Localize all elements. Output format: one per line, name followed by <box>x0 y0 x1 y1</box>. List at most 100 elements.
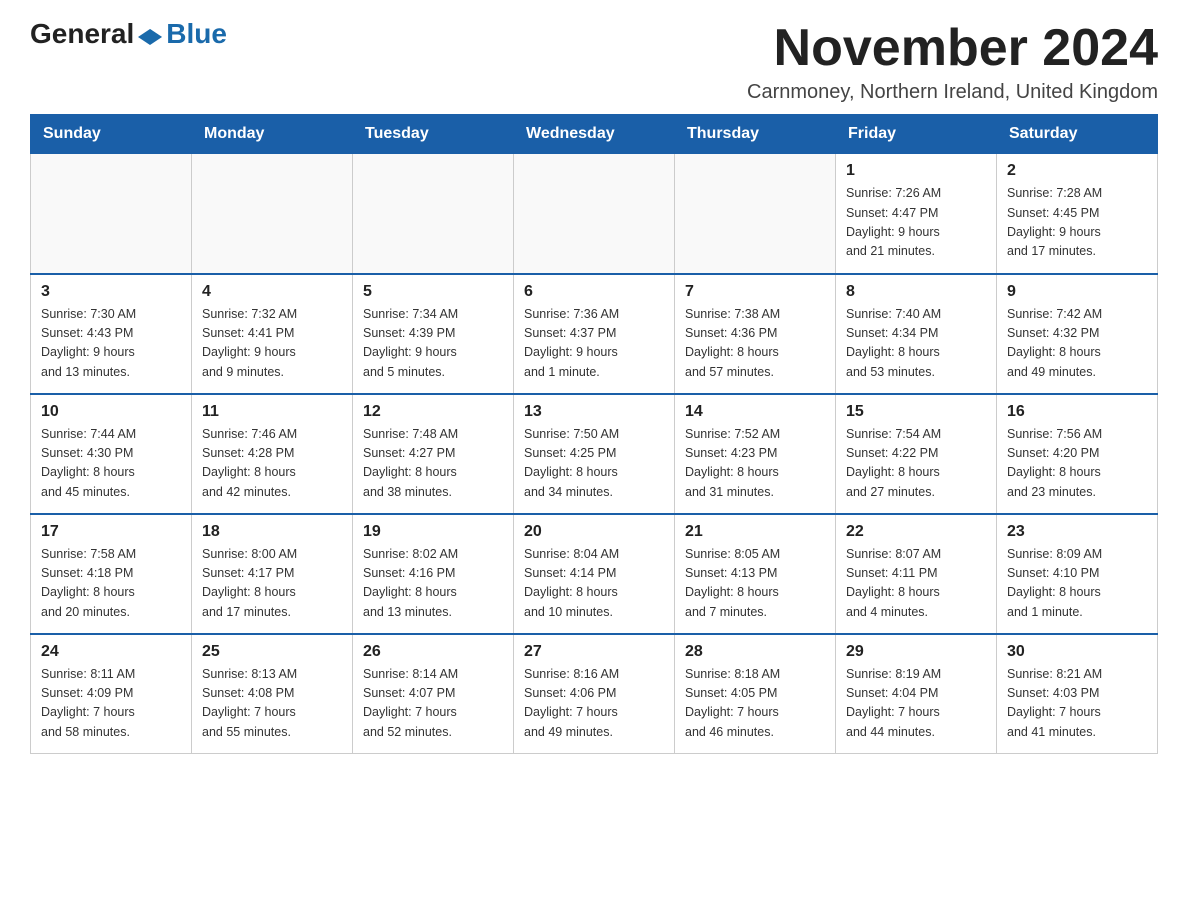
day-number: 13 <box>524 403 664 421</box>
day-info: Sunrise: 8:02 AMSunset: 4:16 PMDaylight:… <box>363 545 503 623</box>
day-number: 19 <box>363 523 503 541</box>
calendar-cell: 8 Sunrise: 7:40 AMSunset: 4:34 PMDaylight… <box>836 274 997 394</box>
logo-blue-text: Blue <box>166 20 227 48</box>
day-number: 8 <box>846 283 986 301</box>
calendar-cell <box>31 154 192 274</box>
calendar-cell: 20Sunrise: 8:04 AMSunset: 4:14 PMDayligh… <box>514 514 675 634</box>
calendar-cell: 17 Sunrise: 7:58 AMSunset: 4:18 PMDayligh… <box>31 514 192 634</box>
day-info: Sunrise: 7:28 AMSunset: 4:45 PMDaylight:… <box>1007 184 1147 262</box>
day-info: Sunrise: 8:14 AMSunset: 4:07 PMDaylight:… <box>363 665 503 743</box>
calendar-cell: 23Sunrise: 8:09 AMSunset: 4:10 PMDayligh… <box>997 514 1158 634</box>
day-info: Sunrise: 7:46 AMSunset: 4:28 PMDaylight:… <box>202 425 342 503</box>
weekday-header-wednesday: Wednesday <box>514 115 675 154</box>
header: General Blue November 2024 Carnmoney, No… <box>30 20 1158 104</box>
day-info: Sunrise: 7:50 AMSunset: 4:25 PMDaylight:… <box>524 425 664 503</box>
day-info: Sunrise: 7:36 AMSunset: 4:37 PMDaylight:… <box>524 305 664 383</box>
day-number: 1 <box>846 162 986 180</box>
calendar-cell: 3 Sunrise: 7:30 AMSunset: 4:43 PMDaylight… <box>31 274 192 394</box>
calendar-cell: 10Sunrise: 7:44 AMSunset: 4:30 PMDayligh… <box>31 394 192 514</box>
calendar-cell: 13 Sunrise: 7:50 AMSunset: 4:25 PMDayligh… <box>514 394 675 514</box>
calendar-cell: 24 Sunrise: 8:11 AMSunset: 4:09 PMDayligh… <box>31 634 192 754</box>
logo: General Blue <box>30 20 227 48</box>
calendar-cell: 29 Sunrise: 8:19 AMSunset: 4:04 PMDayligh… <box>836 634 997 754</box>
day-number: 28 <box>685 643 825 661</box>
day-number: 27 <box>524 643 664 661</box>
day-number: 2 <box>1007 162 1147 180</box>
day-number: 24 <box>41 643 181 661</box>
calendar-cell: 16 Sunrise: 7:56 AMSunset: 4:20 PMDayligh… <box>997 394 1158 514</box>
day-info: Sunrise: 7:40 AMSunset: 4:34 PMDaylight:… <box>846 305 986 383</box>
calendar-cell: 26 Sunrise: 8:14 AMSunset: 4:07 PMDayligh… <box>353 634 514 754</box>
day-number: 30 <box>1007 643 1147 661</box>
calendar-cell <box>353 154 514 274</box>
calendar-cell: 2 Sunrise: 7:28 AMSunset: 4:45 PMDaylight… <box>997 154 1158 274</box>
day-info: Sunrise: 8:11 AMSunset: 4:09 PMDaylight:… <box>41 665 181 743</box>
day-number: 14 <box>685 403 825 421</box>
calendar-cell: 30 Sunrise: 8:21 AMSunset: 4:03 PMDayligh… <box>997 634 1158 754</box>
day-number: 18 <box>202 523 342 541</box>
month-title: November 2024 <box>747 20 1158 77</box>
weekday-header-saturday: Saturday <box>997 115 1158 154</box>
day-info: Sunrise: 8:13 AMSunset: 4:08 PMDaylight:… <box>202 665 342 743</box>
day-number: 15 <box>846 403 986 421</box>
day-info: Sunrise: 8:16 AMSunset: 4:06 PMDaylight:… <box>524 665 664 743</box>
day-info: Sunrise: 8:18 AMSunset: 4:05 PMDaylight:… <box>685 665 825 743</box>
calendar-cell: 6 Sunrise: 7:36 AMSunset: 4:37 PMDaylight… <box>514 274 675 394</box>
day-number: 12 <box>363 403 503 421</box>
day-number: 6 <box>524 283 664 301</box>
day-info: Sunrise: 7:42 AMSunset: 4:32 PMDaylight:… <box>1007 305 1147 383</box>
calendar-table: SundayMondayTuesdayWednesdayThursdayFrid… <box>30 114 1158 754</box>
calendar-cell: 19 Sunrise: 8:02 AMSunset: 4:16 PMDayligh… <box>353 514 514 634</box>
calendar-cell: 27 Sunrise: 8:16 AMSunset: 4:06 PMDayligh… <box>514 634 675 754</box>
day-number: 17 <box>41 523 181 541</box>
day-number: 9 <box>1007 283 1147 301</box>
calendar-week-row: 10Sunrise: 7:44 AMSunset: 4:30 PMDayligh… <box>31 394 1158 514</box>
calendar-cell: 18Sunrise: 8:00 AMSunset: 4:17 PMDayligh… <box>192 514 353 634</box>
calendar-week-row: 24 Sunrise: 8:11 AMSunset: 4:09 PMDayligh… <box>31 634 1158 754</box>
day-number: 21 <box>685 523 825 541</box>
day-number: 3 <box>41 283 181 301</box>
day-info: Sunrise: 7:32 AMSunset: 4:41 PMDaylight:… <box>202 305 342 383</box>
day-info: Sunrise: 7:58 AMSunset: 4:18 PMDaylight:… <box>41 545 181 623</box>
day-number: 26 <box>363 643 503 661</box>
day-number: 29 <box>846 643 986 661</box>
weekday-header-tuesday: Tuesday <box>353 115 514 154</box>
day-number: 11 <box>202 403 342 421</box>
calendar-cell: 9 Sunrise: 7:42 AMSunset: 4:32 PMDaylight… <box>997 274 1158 394</box>
day-info: Sunrise: 7:54 AMSunset: 4:22 PMDaylight:… <box>846 425 986 503</box>
day-info: Sunrise: 7:26 AMSunset: 4:47 PMDaylight:… <box>846 184 986 262</box>
calendar-week-row: 3 Sunrise: 7:30 AMSunset: 4:43 PMDaylight… <box>31 274 1158 394</box>
day-info: Sunrise: 7:30 AMSunset: 4:43 PMDaylight:… <box>41 305 181 383</box>
calendar-cell: 4 Sunrise: 7:32 AMSunset: 4:41 PMDaylight… <box>192 274 353 394</box>
location-subtitle: Carnmoney, Northern Ireland, United King… <box>747 81 1158 104</box>
day-info: Sunrise: 8:19 AMSunset: 4:04 PMDaylight:… <box>846 665 986 743</box>
calendar-cell: 12Sunrise: 7:48 AMSunset: 4:27 PMDayligh… <box>353 394 514 514</box>
day-info: Sunrise: 7:34 AMSunset: 4:39 PMDaylight:… <box>363 305 503 383</box>
weekday-header-sunday: Sunday <box>31 115 192 154</box>
calendar-cell: 28 Sunrise: 8:18 AMSunset: 4:05 PMDayligh… <box>675 634 836 754</box>
calendar-cell: 15 Sunrise: 7:54 AMSunset: 4:22 PMDayligh… <box>836 394 997 514</box>
calendar-cell: 25 Sunrise: 8:13 AMSunset: 4:08 PMDayligh… <box>192 634 353 754</box>
calendar-cell: 21 Sunrise: 8:05 AMSunset: 4:13 PMDayligh… <box>675 514 836 634</box>
day-info: Sunrise: 8:21 AMSunset: 4:03 PMDaylight:… <box>1007 665 1147 743</box>
weekday-header-thursday: Thursday <box>675 115 836 154</box>
day-number: 10 <box>41 403 181 421</box>
calendar-week-row: 17 Sunrise: 7:58 AMSunset: 4:18 PMDayligh… <box>31 514 1158 634</box>
day-info: Sunrise: 8:05 AMSunset: 4:13 PMDaylight:… <box>685 545 825 623</box>
calendar-cell: 11 Sunrise: 7:46 AMSunset: 4:28 PMDayligh… <box>192 394 353 514</box>
day-info: Sunrise: 7:56 AMSunset: 4:20 PMDaylight:… <box>1007 425 1147 503</box>
day-info: Sunrise: 7:38 AMSunset: 4:36 PMDaylight:… <box>685 305 825 383</box>
day-number: 4 <box>202 283 342 301</box>
weekday-header-row: SundayMondayTuesdayWednesdayThursdayFrid… <box>31 115 1158 154</box>
weekday-header-friday: Friday <box>836 115 997 154</box>
day-info: Sunrise: 8:04 AMSunset: 4:14 PMDaylight:… <box>524 545 664 623</box>
day-number: 16 <box>1007 403 1147 421</box>
calendar-cell <box>514 154 675 274</box>
calendar-cell: 5Sunrise: 7:34 AMSunset: 4:39 PMDaylight… <box>353 274 514 394</box>
day-info: Sunrise: 7:52 AMSunset: 4:23 PMDaylight:… <box>685 425 825 503</box>
calendar-cell: 1 Sunrise: 7:26 AMSunset: 4:47 PMDaylight… <box>836 154 997 274</box>
day-number: 22 <box>846 523 986 541</box>
calendar-cell: 22Sunrise: 8:07 AMSunset: 4:11 PMDayligh… <box>836 514 997 634</box>
day-number: 25 <box>202 643 342 661</box>
day-number: 23 <box>1007 523 1147 541</box>
